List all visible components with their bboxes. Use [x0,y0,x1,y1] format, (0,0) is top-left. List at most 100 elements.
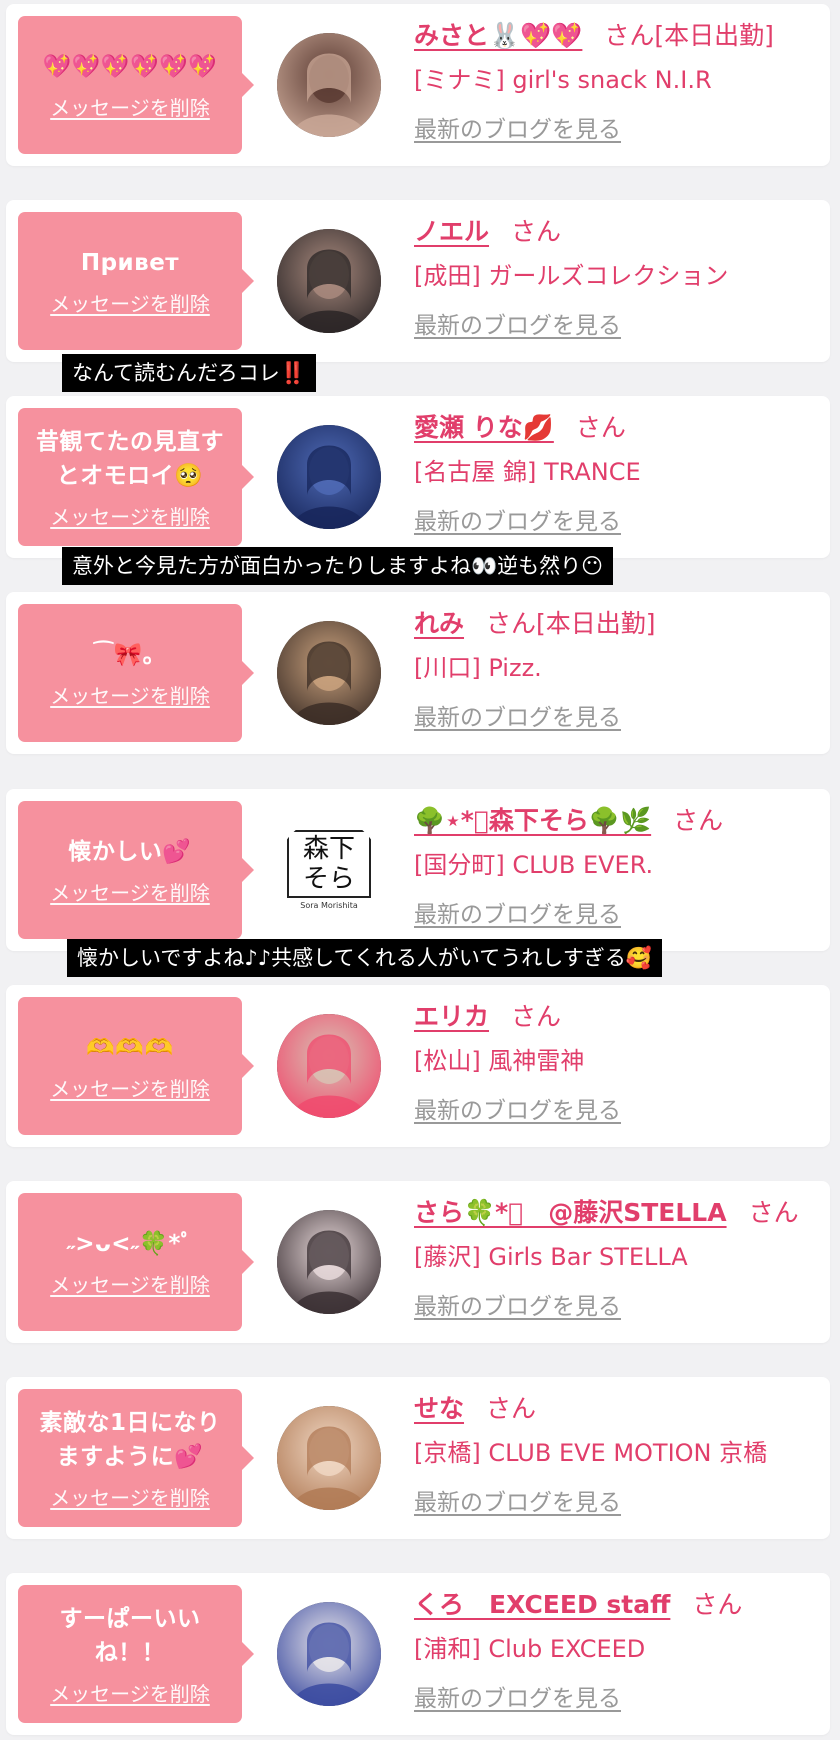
message-card: 💖💖💖💖💖💖 メッセージを削除 みさと🐰💖💖 さん[本日出勤] [ミナミ] gi… [6,4,830,166]
message-list: 💖💖💖💖💖💖 メッセージを削除 みさと🐰💖💖 さん[本日出勤] [ミナミ] gi… [0,0,840,1740]
latest-blog-link[interactable]: 最新のブログを見る [414,110,621,144]
cast-name-link[interactable]: さら🍀*ﾟ @藤沢STELLA [414,1193,727,1229]
message-bubble: ˶>ᴗ<˶🍀*ﾟ メッセージを削除 [18,1193,254,1331]
message-card: すーぱーいい ね！！ メッセージを削除 くろ EXCEED staff さん [… [6,1573,830,1735]
delete-message-link[interactable]: メッセージを削除 [50,92,210,121]
latest-blog-link[interactable]: 最新のブログを見る [414,1679,621,1713]
message-text: ˶>ᴗ<˶🍀*ﾟ [67,1230,193,1257]
name-line: さら🍀*ﾟ @藤沢STELLA さん [414,1191,824,1231]
message-bubble: すーぱーいい ね！！ メッセージを削除 [18,1585,254,1723]
cast-name-link[interactable]: れみ [414,604,464,640]
message-card: Привет メッセージを削除 ノエル さん [成田] ガールズコレクション 最… [6,200,830,362]
avatar[interactable]: 森下そら Sora Morishita [277,818,381,922]
profile-info: くろ EXCEED staff さん [浦和] Club EXCEED 最新のブ… [414,1583,824,1713]
avatar[interactable] [277,1406,381,1510]
avatar[interactable] [277,425,381,529]
delete-message-link[interactable]: メッセージを削除 [50,501,210,530]
latest-blog-link[interactable]: 最新のブログを見る [414,698,621,732]
video-caption: 懐かしいですよね♪♪共感してくれる人がいてうれしすぎる🥰 [67,939,663,977]
avatar-photo [277,1210,381,1314]
logo-text: 森下そら [287,830,371,898]
message-text: 💖💖💖💖💖💖 [42,53,218,80]
message-bubble: 懐かしい💕 メッセージを削除 [18,801,254,939]
message-bubble: 💖💖💖💖💖💖 メッセージを削除 [18,16,254,154]
delete-message-link[interactable]: メッセージを削除 [50,877,210,906]
avatar[interactable] [277,621,381,725]
cast-name-link[interactable]: みさと🐰💖💖 [414,16,582,52]
cast-name-link[interactable]: ノエル [414,212,489,248]
delete-message-link[interactable]: メッセージを削除 [50,680,210,709]
profile-info: みさと🐰💖💖 さん[本日出勤] [ミナミ] girl's snack N.I.R… [414,14,824,144]
name-line: れみ さん[本日出勤] [414,602,824,642]
latest-blog-link[interactable]: 最新のブログを見る [414,1483,621,1517]
message-card: 懐かしい💕 メッセージを削除 森下そら Sora Morishita 🌳⋆*ﾟ森… [6,789,830,951]
shop-name: [藤沢] Girls Bar STELLA [414,1243,688,1271]
name-line: ノエル さん [414,210,824,250]
shop-name: [国分町] CLUB EVER. [414,851,654,879]
message-card: 昔観てたの見直す とオモロイ🥺 メッセージを削除 愛瀬 りな💋 さん [名古屋 … [6,396,830,558]
avatar-photo [277,229,381,333]
honorific-suffix: さん[本日出勤] [604,21,774,50]
shop-name: [成田] ガールズコレクション [414,262,729,290]
name-line: くろ EXCEED staff さん [414,1583,824,1623]
message-text: ⁀🎀。 [93,641,167,668]
profile-info: ノエル さん [成田] ガールズコレクション 最新のブログを見る [414,210,824,340]
honorific-suffix: さん [575,413,626,442]
honorific-suffix: さん [511,217,562,246]
delete-message-link[interactable]: メッセージを削除 [50,1678,210,1707]
latest-blog-link[interactable]: 最新のブログを見る [414,502,621,536]
avatar-photo [277,1014,381,1118]
video-caption: 意外と今見た方が面白かったりしますよね👀逆も然り😶 [62,547,614,585]
cast-name-link[interactable]: 🌳⋆*ﾟ森下そら🌳🌿 [414,801,651,837]
cast-name-link[interactable]: エリカ [414,997,489,1033]
message-bubble: 素敵な1日になり ますように💕 メッセージを削除 [18,1389,254,1527]
avatar-photo [277,1406,381,1510]
honorific-suffix: さん [511,1002,562,1031]
message-text: 懐かしい💕 [68,838,192,865]
name-line: 🌳⋆*ﾟ森下そら🌳🌿 さん [414,799,824,839]
shop-name: [浦和] Club EXCEED [414,1635,646,1663]
delete-message-link[interactable]: メッセージを削除 [50,288,210,317]
video-caption: なんて読むんだろコレ‼️ [62,354,316,392]
honorific-suffix: さん[本日出勤] [486,609,656,638]
avatar[interactable] [277,1210,381,1314]
latest-blog-link[interactable]: 最新のブログを見る [414,306,621,340]
honorific-suffix: さん [486,1394,537,1423]
message-text: 昔観てたの見直す とオモロイ🥺 [36,428,224,489]
delete-message-link[interactable]: メッセージを削除 [50,1482,210,1511]
avatar[interactable] [277,33,381,137]
message-text: Привет [80,249,180,276]
honorific-suffix: さん [748,1198,799,1227]
avatar-photo [277,1602,381,1706]
avatar-photo [277,33,381,137]
message-card: ⁀🎀。 メッセージを削除 れみ さん[本日出勤] [川口] Pizz. 最新のブ… [6,592,830,754]
shop-name: [ミナミ] girl's snack N.I.R [414,66,712,94]
shop-name: [川口] Pizz. [414,654,542,682]
message-bubble: ⁀🎀。 メッセージを削除 [18,604,254,742]
avatar[interactable] [277,1602,381,1706]
honorific-suffix: さん [692,1590,743,1619]
cast-name-link[interactable]: 愛瀬 りな💋 [414,408,554,444]
message-bubble: 🫶🫶🫶 メッセージを削除 [18,997,254,1135]
avatar[interactable] [277,229,381,333]
latest-blog-link[interactable]: 最新のブログを見る [414,1091,621,1125]
shop-name: [京橋] CLUB EVE MOTION 京橋 [414,1439,768,1467]
delete-message-link[interactable]: メッセージを削除 [50,1073,210,1102]
avatar[interactable] [277,1014,381,1118]
message-bubble: Привет メッセージを削除 [18,212,254,350]
profile-info: さら🍀*ﾟ @藤沢STELLA さん [藤沢] Girls Bar STELLA… [414,1191,824,1321]
name-line: せな さん [414,1387,824,1427]
name-line: エリカ さん [414,995,824,1035]
profile-info: 🌳⋆*ﾟ森下そら🌳🌿 さん [国分町] CLUB EVER. 最新のブログを見る [414,799,824,929]
latest-blog-link[interactable]: 最新のブログを見る [414,895,621,929]
message-text: 🫶🫶🫶 [86,1034,174,1061]
profile-info: エリカ さん [松山] 風神雷神 最新のブログを見る [414,995,824,1125]
latest-blog-link[interactable]: 最新のブログを見る [414,1287,621,1321]
logo-caption: Sora Morishita [300,901,358,910]
message-card: ˶>ᴗ<˶🍀*ﾟ メッセージを削除 さら🍀*ﾟ @藤沢STELLA さん [藤沢… [6,1181,830,1343]
message-bubble: 昔観てたの見直す とオモロイ🥺 メッセージを削除 [18,408,254,546]
honorific-suffix: さん [673,806,724,835]
delete-message-link[interactable]: メッセージを削除 [50,1269,210,1298]
cast-name-link[interactable]: せな [414,1389,464,1425]
cast-name-link[interactable]: くろ EXCEED staff [414,1585,670,1621]
